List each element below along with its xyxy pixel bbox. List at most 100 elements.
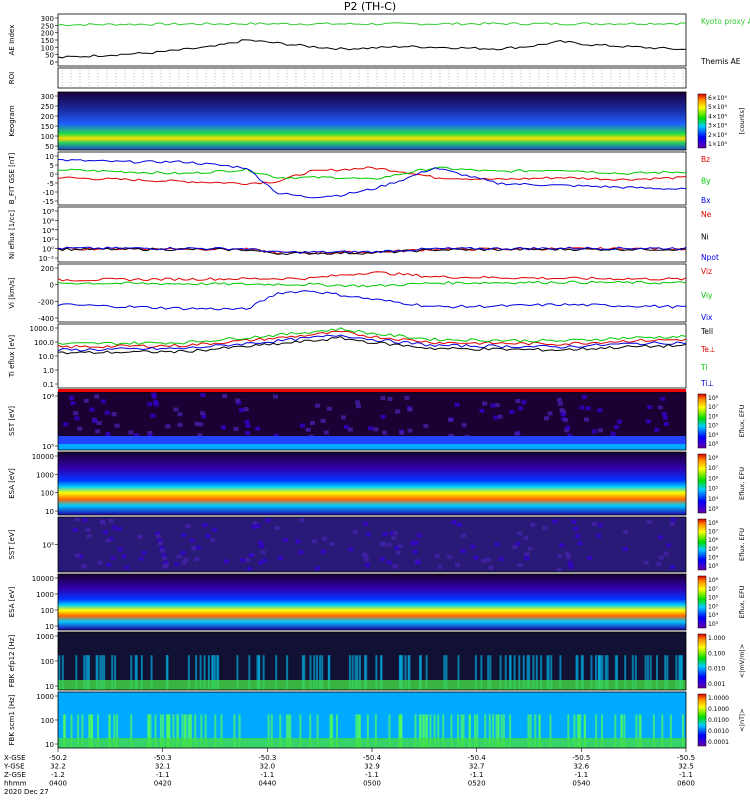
sst_i-pixel [110,556,116,561]
esa_e-colorbar-tick: 10⁷ [708,465,719,472]
sst_i-pixel [224,559,230,564]
esa_i-colorbar-tick: 10⁶ [708,595,719,602]
sst_i-pixel [552,519,558,524]
sst_e-pixel [521,400,527,405]
sst_e-pixel [662,415,668,420]
sst_e-pixel [518,406,524,411]
figure-title: P2 (TH-C) [344,0,396,13]
keogram-ytick-label: 100 [41,133,54,141]
sst_e-colorbar [697,393,707,449]
sst_i-pixel [666,543,672,548]
sst_i-pixel [159,548,165,553]
ni-ytick-label: 10⁰ [42,246,54,254]
keogram-ytick-label: 150 [41,123,54,131]
sst_e-colorbar-tick: 10⁸ [708,395,719,402]
sst_e-pixel [74,416,80,421]
bfit-legend-Bz: Bz [701,155,710,164]
sst_e-pixel [610,431,616,436]
keogram-ytick-label: 200 [41,113,54,121]
sst_i-colorbar-tick: 10⁷ [708,529,719,536]
sst_e-pixel [114,423,120,428]
footer-value: -50.2 [49,754,67,762]
vi-series-Vix [57,290,687,311]
sst_i-pixel [257,540,263,545]
sst_i-pixel [670,517,676,522]
vi-series-Viy [57,280,687,288]
esa_e-colorbar [697,453,707,514]
sst_e-pixel [380,414,386,419]
footer-value: -1.1 [470,771,484,779]
sst_i-pixel [382,531,388,536]
sst_e-pixel [479,408,485,413]
sst_i-pixel [176,554,182,559]
sst_i-pixel [74,553,80,558]
ti-ytick-label: 0.1 [43,381,54,389]
sst_i-pixel [72,527,78,532]
sst_i-colorbar-tick: 10⁸ [708,520,719,527]
esa_e-colorbar-tick: 10⁸ [708,455,719,462]
sst_e-pixel [94,394,100,399]
sst_e-pixel [111,412,117,417]
sst_i-pixel [591,522,597,527]
esa_i-colorbar [697,575,707,629]
sst_i-pixel [329,541,335,546]
sst_i-pixel [622,547,628,552]
sst_i-pixel [575,534,581,539]
sst_e-pixel [387,397,393,402]
vi-legend-Viz: Viz [701,267,712,276]
sst_i-pixel [524,552,530,557]
sst_i-pixel [352,529,358,534]
keogram-colorbar-tick: 4×10⁴ [708,113,727,120]
sst_i-pixel [395,550,401,555]
sst_e-pixel [494,403,500,408]
sst_e-pixel [657,405,663,410]
sst_e-pixel [165,424,171,429]
esa_i-ytick-label: 10 [45,623,54,631]
sst_e-pixel [654,427,660,432]
sst_i-pixel [596,533,602,538]
sst_i-pixel [212,527,218,532]
sst_e-pixel [235,398,241,403]
ni-ytick-label: 10⁶ [42,217,54,225]
sst_i-pixel [195,545,201,550]
sst_i-pixel [194,557,200,562]
ti-legend-Ti: Ti [700,363,707,372]
sst_e-ytick-label: 10⁶ [42,393,54,401]
footer-value: -1.1 [574,771,588,779]
bfit-ylabel: B_FIT GSE [nT] [8,152,16,204]
footer-value: -50.4 [363,754,382,762]
sst_i-pixel [470,544,476,549]
mode-bar [58,389,686,392]
sst_e-pixel [544,416,550,421]
ti-ytick-label: 10.0 [38,353,54,361]
sst_e-pixel [556,397,562,402]
fbk1-colorbar-label: <|mV/m|> [738,644,746,679]
sst_i-pixel [485,557,491,562]
sst_i-pixel [669,522,675,527]
sst_i-pixel [623,529,629,534]
sst_e-pixel [323,430,329,435]
esa_i-ylabel: ESA [eV] [8,586,16,617]
sst_e-pixel [579,405,585,410]
fbk2-colorbar-tick: 1.0000 [708,695,729,702]
sst_i-pixel [320,549,326,554]
bfit-legend-By: By [701,177,711,186]
esa_e-colorbar-tick: 10⁵ [708,486,719,493]
sst_i-pixel [251,524,257,529]
sst_i-pixel [451,520,457,525]
footer-row-label: Z-GSE [4,771,26,779]
footer-value: -50.3 [154,754,172,762]
sst_i-pixel [202,523,208,528]
sst_i-pixel [181,532,187,537]
footer-value: -1.1 [365,771,379,779]
sst_e-pixel [581,395,587,400]
sst_e-pixel [200,411,206,416]
roi-ylabel: ROI [8,72,16,84]
sst_e-pixel [616,419,622,424]
ti-ytick-label: 100.0 [34,339,54,347]
sst_i-pixel [567,561,573,566]
sst_e-pixel [153,402,159,407]
keogram-ytick-label: 50 [45,143,54,151]
vi-legend-Vix: Vix [701,313,713,322]
fbk2-colorbar-label: <|nT|> [738,708,746,731]
